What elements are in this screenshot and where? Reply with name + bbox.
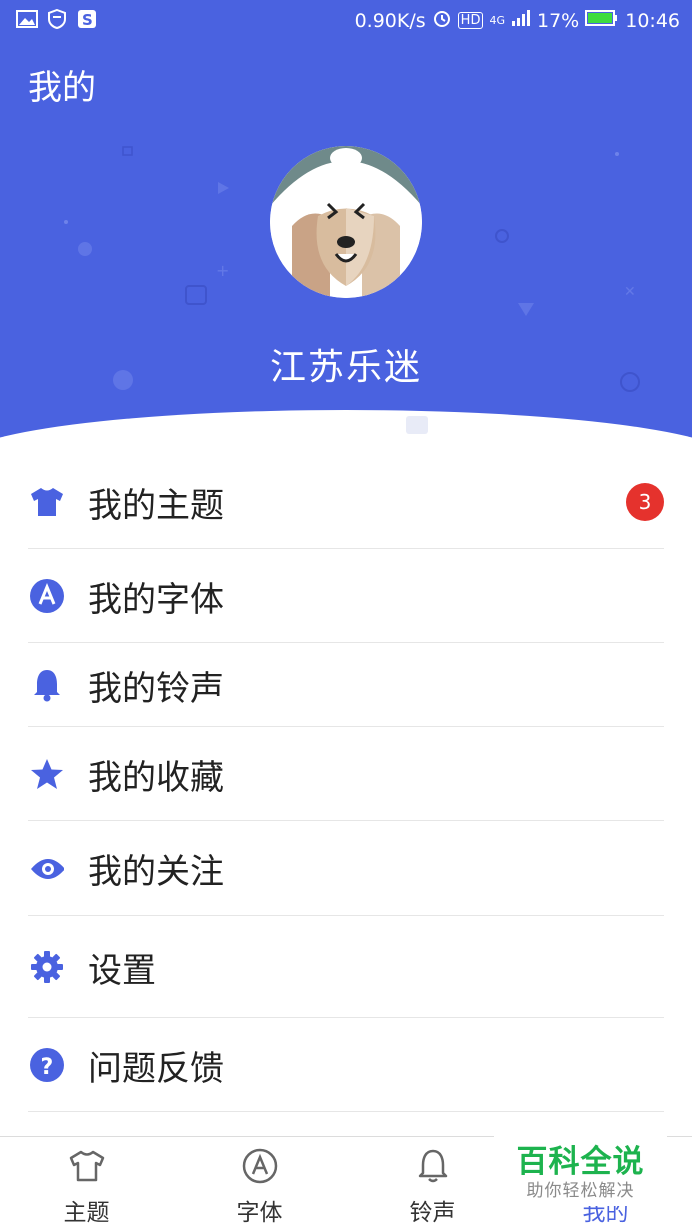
divider — [28, 1111, 664, 1112]
network-type: 4G — [489, 14, 505, 27]
username: 江苏乐迷 — [269, 347, 422, 388]
profile-header: + ✕ S 0.90K/s HD 4G 17% 10:46 我的 江苏乐迷 — [0, 0, 692, 460]
menu-item-feedback[interactable]: ? 问题反馈 — [0, 1018, 692, 1112]
network-speed: 0.90K/s — [354, 9, 426, 32]
gear-icon — [30, 950, 64, 984]
menu-item-following[interactable]: 我的关注 — [0, 821, 692, 916]
page-title: 我的 — [28, 68, 96, 108]
watermark-title: 百科全说 — [516, 1144, 645, 1180]
svg-text:✕: ✕ — [624, 284, 636, 300]
alarm-icon — [432, 8, 452, 33]
font-a-outline-icon — [241, 1147, 279, 1185]
tab-label: 字体 — [236, 1200, 283, 1226]
notification-badge: 3 — [626, 483, 664, 521]
bear-avatar-icon — [270, 146, 422, 298]
tshirt-icon — [30, 485, 64, 519]
watermark-subtitle: 助你轻松解决 — [526, 1181, 635, 1201]
eye-icon — [30, 852, 64, 886]
menu-list: 我的主题 3 我的字体 我的铃声 我的收藏 我的关注 设置 ? 问题反馈 — [0, 455, 692, 1112]
bell-outline-icon — [414, 1147, 452, 1185]
menu-item-ringtones[interactable]: 我的铃声 — [0, 643, 692, 727]
menu-item-label: 我的主题 — [88, 485, 224, 526]
star-icon — [30, 757, 64, 791]
menu-item-favorites[interactable]: 我的收藏 — [0, 727, 692, 821]
menu-item-settings[interactable]: 设置 — [0, 916, 692, 1018]
menu-item-label: 问题反馈 — [88, 1048, 224, 1089]
watermark: 百科全说 助你轻松解决 — [494, 1132, 667, 1206]
shield-icon — [46, 9, 68, 29]
svg-text:S: S — [82, 11, 93, 29]
decor-square — [406, 416, 428, 434]
tab-fonts[interactable]: 字体 — [173, 1137, 346, 1231]
tab-themes[interactable]: 主题 — [0, 1137, 173, 1231]
svg-text:?: ? — [41, 1055, 54, 1080]
menu-item-label: 设置 — [88, 950, 156, 991]
font-a-icon — [30, 579, 64, 613]
tab-label: 主题 — [63, 1200, 110, 1226]
hd-label: HD — [457, 12, 484, 29]
question-icon: ? — [30, 1048, 64, 1082]
image-icon — [16, 9, 38, 29]
menu-item-themes[interactable]: 我的主题 3 — [0, 455, 692, 549]
svg-text:+: + — [216, 261, 229, 280]
menu-item-fonts[interactable]: 我的字体 — [0, 549, 692, 643]
menu-item-label: 我的收藏 — [88, 757, 224, 798]
s-app-icon: S — [76, 9, 98, 29]
signal-icon — [511, 9, 531, 32]
menu-item-label: 我的关注 — [88, 852, 224, 892]
battery-percent: 17% — [537, 9, 580, 32]
bell-icon — [30, 668, 64, 702]
menu-item-label: 我的字体 — [88, 579, 224, 620]
tshirt-outline-icon — [68, 1147, 106, 1185]
menu-item-label: 我的铃声 — [88, 668, 224, 709]
avatar[interactable] — [270, 146, 422, 298]
status-bar: S 0.90K/s HD 4G 17% 10:46 — [0, 0, 692, 40]
battery-icon — [585, 9, 619, 32]
clock: 10:46 — [625, 9, 680, 32]
